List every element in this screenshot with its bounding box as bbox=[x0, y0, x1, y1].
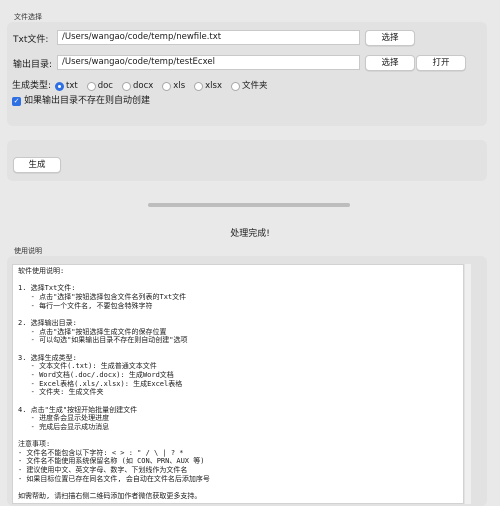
radio-doc[interactable] bbox=[86, 81, 96, 91]
check-icon: ✓ bbox=[13, 97, 20, 105]
output-open-button[interactable]: 打开 bbox=[416, 55, 466, 71]
radio-docx[interactable] bbox=[121, 81, 131, 91]
help-scrollbar[interactable] bbox=[465, 264, 471, 504]
help-line: 2. 选择输出目录: bbox=[18, 318, 77, 327]
status-text: 处理完成! bbox=[230, 229, 270, 239]
txt-browse-button[interactable]: 选择 bbox=[365, 30, 415, 46]
help-line: 4. 点击"生成"按钮开始批量创建文件 bbox=[18, 405, 138, 414]
help-line: - 文本文件(.txt): 生成普通文本文件 bbox=[18, 362, 157, 371]
gen-type-radio-group: txt doc docx xls xlsx 文件夹 bbox=[55, 80, 268, 92]
radio-folder[interactable] bbox=[230, 81, 240, 91]
help-line: - 文件夹: 生成文件夹 bbox=[18, 388, 104, 397]
output-dir-label: 输出目录: bbox=[13, 60, 53, 70]
radio-xls-label: xls bbox=[173, 81, 186, 91]
help-line: 1. 选择Txt文件: bbox=[18, 284, 76, 293]
help-line: - 每行一个文件名, 不要包含特殊字符 bbox=[18, 301, 153, 310]
help-line bbox=[18, 431, 458, 440]
file-group-panel: Txt文件: /Users/wangao/code/temp/newfile.t… bbox=[7, 22, 487, 126]
file-group-label: 文件选择 bbox=[14, 13, 42, 21]
help-line: - Excel表格(.xls/.xlsx): 生成Excel表格 bbox=[18, 379, 183, 388]
help-line: - 点击"选择"按钮选择生成文件的保存位置 bbox=[18, 327, 167, 336]
radio-txt-label: txt bbox=[66, 81, 78, 91]
help-line: 如需帮助, 请扫描右侧二维码添加作者微信获取更多支持。 bbox=[18, 492, 202, 501]
help-line: 3. 选择生成类型: bbox=[18, 353, 77, 362]
help-line: - Word文档(.doc/.docx): 生成Word文档 bbox=[18, 370, 174, 379]
txt-file-label: Txt文件: bbox=[13, 35, 49, 45]
help-textarea[interactable]: 软件使用说明: 1. 选择Txt文件: - 点击"选择"按钮选择包含文件名列表的… bbox=[12, 264, 464, 504]
help-line: - 完成后会显示成功消息 bbox=[18, 422, 110, 431]
output-dir-input[interactable]: /Users/wangao/code/temp/testEcxel bbox=[57, 55, 360, 70]
action-panel: 生成 bbox=[7, 140, 487, 181]
txt-file-input[interactable]: /Users/wangao/code/temp/newfile.txt bbox=[57, 30, 360, 45]
output-browse-button[interactable]: 选择 bbox=[365, 55, 415, 71]
help-line bbox=[18, 276, 458, 285]
help-line: - 进度条会显示处理进度 bbox=[18, 414, 110, 423]
help-line: 注意事项: bbox=[18, 440, 51, 449]
progress-bar bbox=[148, 203, 350, 207]
gen-type-label: 生成类型: bbox=[12, 81, 52, 91]
radio-xlsx-label: xlsx bbox=[205, 81, 222, 91]
help-line: - 文件名不能使用系统保留名称 (如 CON、PRN、AUX 等) bbox=[18, 457, 205, 466]
progress-fill bbox=[148, 203, 350, 207]
help-line: - 建议使用中文、英文字母、数字、下划线作为文件名 bbox=[18, 466, 188, 475]
help-line bbox=[18, 483, 458, 492]
help-group-label: 使用说明 bbox=[14, 247, 42, 255]
generate-button[interactable]: 生成 bbox=[13, 157, 61, 173]
help-line: - 可以勾选"如果输出目录不存在则自动创建"选项 bbox=[18, 336, 188, 345]
auto-create-checkbox[interactable]: ✓ bbox=[12, 97, 21, 106]
radio-docx-label: docx bbox=[132, 81, 154, 91]
help-line: - 点击"选择"按钮选择包含文件名列表的Txt文件 bbox=[18, 292, 187, 301]
radio-xls[interactable] bbox=[162, 81, 172, 91]
radio-xlsx[interactable] bbox=[194, 81, 204, 91]
radio-doc-label: doc bbox=[97, 81, 113, 91]
radio-folder-label: 文件夹 bbox=[241, 81, 268, 91]
help-line: 软件使用说明: bbox=[18, 267, 65, 275]
help-line bbox=[18, 345, 458, 354]
help-line: - 如果目标位置已存在同名文件, 会自动在文件名后添加序号 bbox=[18, 474, 210, 483]
auto-create-label: 如果输出目录不存在则自动创建 bbox=[24, 96, 151, 106]
help-line bbox=[18, 310, 458, 319]
radio-txt[interactable] bbox=[55, 81, 64, 91]
help-line bbox=[18, 397, 458, 406]
